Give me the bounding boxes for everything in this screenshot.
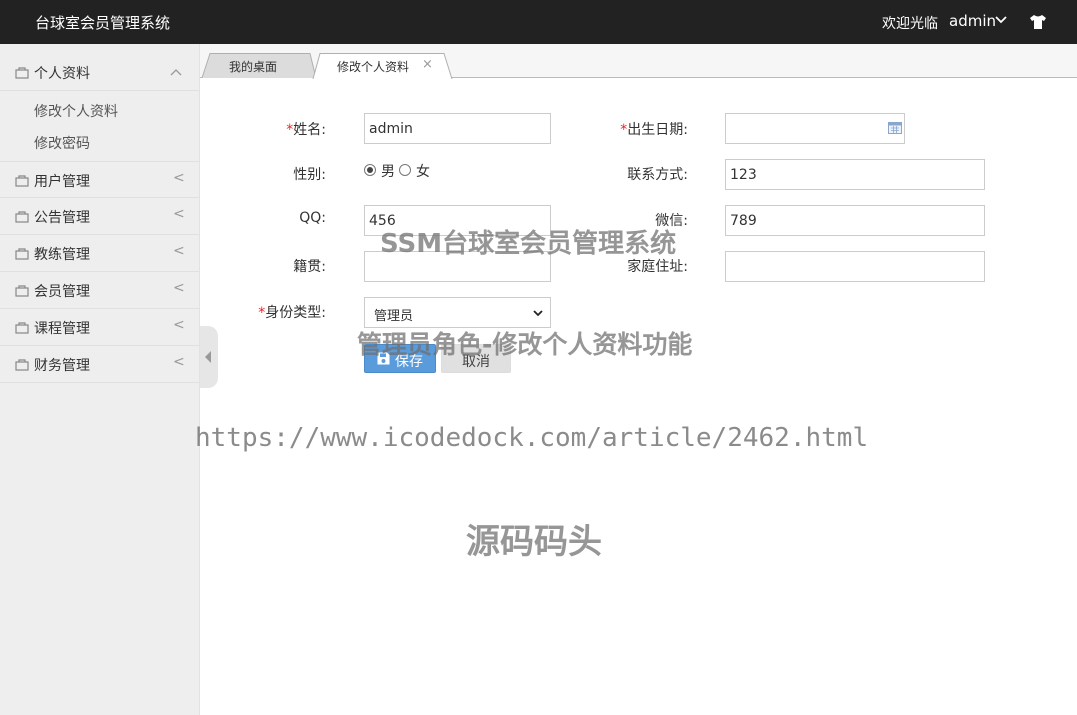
tab-edit-profile[interactable]: 修改个人资料 × xyxy=(312,53,454,79)
name-input[interactable] xyxy=(364,113,551,144)
birth-date-input[interactable] xyxy=(725,113,905,144)
chevron-left-icon: < xyxy=(173,170,185,186)
name-label: *姓名: xyxy=(230,119,326,139)
chevron-left-icon: < xyxy=(173,243,185,259)
welcome-text: 欢迎光临 xyxy=(882,16,938,32)
wechat-label: 微信: xyxy=(655,213,688,229)
save-button-label: 保存 xyxy=(395,354,423,370)
gender-male-radio[interactable] xyxy=(364,164,376,176)
role-label-text: 身份类型: xyxy=(265,305,326,321)
top-bar: 台球室会员管理系统 欢迎光临 admin xyxy=(0,0,1077,44)
chevron-left-icon: < xyxy=(173,280,185,296)
sidebar-item-members[interactable]: 会员管理 < xyxy=(0,272,199,309)
address-input[interactable] xyxy=(725,251,985,282)
triangle-left-icon xyxy=(205,351,211,363)
tab-bar: 我的桌面 修改个人资料 × xyxy=(200,44,1077,79)
gender-male-label: 男 xyxy=(381,164,395,180)
floppy-disk-icon xyxy=(377,352,390,365)
wechat-input[interactable] xyxy=(725,205,985,236)
watermark-brand: 源码码头 xyxy=(466,522,602,562)
tab-label: 修改个人资料 xyxy=(337,60,410,74)
sidebar-item-profile[interactable]: 个人资料 xyxy=(0,54,199,91)
origin-label: 籍贯: xyxy=(293,259,326,275)
watermark-url: https://www.icodedock.com/article/2462.h… xyxy=(195,423,869,453)
tab-desktop[interactable]: 我的桌面 xyxy=(200,53,318,78)
qq-input[interactable] xyxy=(364,205,551,236)
sidebar-item-label: 公告管理 xyxy=(34,210,90,226)
bag-icon xyxy=(15,285,29,297)
app-title: 台球室会员管理系统 xyxy=(35,14,171,32)
cancel-button[interactable]: 取消 xyxy=(441,344,511,373)
submenu-change-password[interactable]: 修改密码 xyxy=(34,133,90,153)
sidebar-item-coaches[interactable]: 教练管理 < xyxy=(0,235,199,272)
bag-icon xyxy=(15,67,29,79)
role-selected-value: 管理员 xyxy=(374,309,414,324)
chevron-left-icon: < xyxy=(173,317,185,333)
birth-label-text: 出生日期: xyxy=(627,122,688,138)
sidebar-item-label: 财务管理 xyxy=(34,358,90,374)
tab-label: 我的桌面 xyxy=(229,60,278,74)
sidebar-item-label: 用户管理 xyxy=(34,174,90,190)
user-menu[interactable]: admin xyxy=(949,12,996,30)
sidebar-collapse-handle[interactable] xyxy=(200,326,218,388)
save-button[interactable]: 保存 xyxy=(364,344,436,373)
bag-icon xyxy=(15,322,29,334)
sidebar-item-label: 课程管理 xyxy=(34,321,90,337)
sidebar-item-courses[interactable]: 课程管理 < xyxy=(0,309,199,346)
contact-input[interactable] xyxy=(725,159,985,190)
name-label-text: 姓名: xyxy=(293,122,326,138)
theme-shirt-icon[interactable] xyxy=(1029,14,1047,30)
close-icon[interactable]: × xyxy=(422,57,433,72)
bag-icon xyxy=(15,248,29,260)
contact-label: 联系方式: xyxy=(627,167,688,183)
calendar-icon[interactable] xyxy=(888,121,902,134)
address-label: 家庭住址: xyxy=(627,259,688,275)
sidebar-item-notices[interactable]: 公告管理 < xyxy=(0,198,199,235)
chevron-down-icon xyxy=(533,310,543,317)
gender-female-label: 女 xyxy=(416,164,430,180)
bag-icon xyxy=(15,175,29,187)
qq-label: QQ: xyxy=(299,210,326,226)
sidebar-item-users[interactable]: 用户管理 < xyxy=(0,161,199,198)
origin-input[interactable] xyxy=(364,251,551,282)
sidebar-item-label: 会员管理 xyxy=(34,284,90,300)
gender-label: 性别: xyxy=(293,167,326,183)
chevron-up-icon xyxy=(170,69,182,76)
role-select[interactable]: 管理员 xyxy=(364,297,551,328)
sidebar-item-finance[interactable]: 财务管理 < xyxy=(0,346,199,383)
role-label: *身份类型: xyxy=(230,302,326,322)
sidebar-item-label: 教练管理 xyxy=(34,247,90,263)
sidebar: 个人资料 修改个人资料 修改密码 用户管理 < 公告管理 < 教练管理 < 会员… xyxy=(0,44,200,715)
gender-female-radio[interactable] xyxy=(399,164,411,176)
birth-label: *出生日期: xyxy=(570,119,688,139)
chevron-down-icon[interactable] xyxy=(995,15,1007,25)
chevron-left-icon: < xyxy=(173,354,185,370)
bag-icon xyxy=(15,211,29,223)
submenu-edit-profile[interactable]: 修改个人资料 xyxy=(34,101,118,121)
bag-icon xyxy=(15,359,29,371)
chevron-left-icon: < xyxy=(173,206,185,222)
cancel-button-label: 取消 xyxy=(462,354,490,370)
sidebar-item-label: 个人资料 xyxy=(34,66,90,82)
